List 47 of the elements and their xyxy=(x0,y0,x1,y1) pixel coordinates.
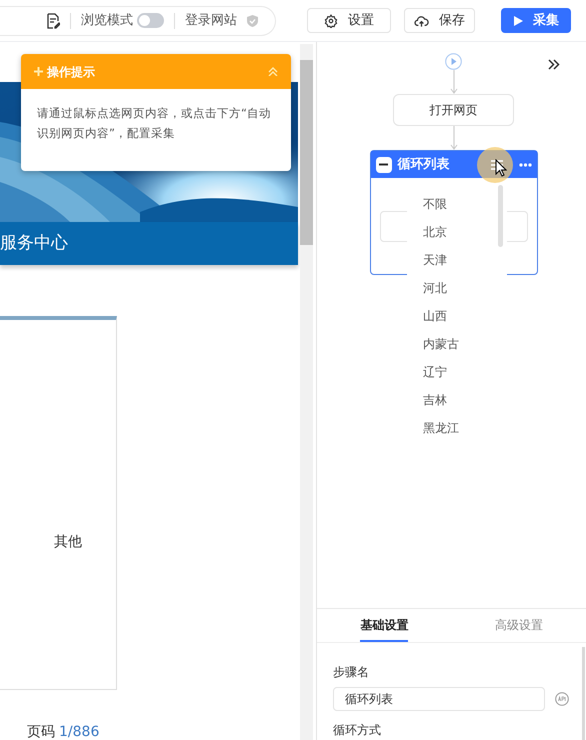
more-icon[interactable] xyxy=(518,162,532,166)
collapse-icon[interactable] xyxy=(268,67,278,76)
cloud-upload-icon xyxy=(414,14,429,28)
scrollbar[interactable] xyxy=(300,44,313,740)
collapse-button[interactable] xyxy=(376,156,392,172)
shield-icon xyxy=(247,14,258,26)
expand-panel-icon[interactable] xyxy=(548,59,560,70)
save-button[interactable]: 保存 xyxy=(404,8,475,33)
api-icon[interactable] xyxy=(555,692,569,706)
dropdown-item[interactable]: 山西 xyxy=(407,302,507,330)
dropdown-item[interactable]: 不限 xyxy=(407,190,507,218)
dropdown-item[interactable]: 天津 xyxy=(407,246,507,274)
dropdown-item[interactable]: 辽宁 xyxy=(407,358,507,386)
connector-arrow xyxy=(450,126,458,150)
field-label: 循环方式 xyxy=(333,722,382,739)
tip-text: 请通过鼠标点选网页内容，或点击下方“自动识别网页内容”，配置采集 xyxy=(37,105,272,142)
browse-mode-label: 浏览模式 xyxy=(81,12,133,30)
loop-title: 循环列表 xyxy=(398,156,450,174)
settings-icon xyxy=(324,14,338,28)
page-number: 1/886 xyxy=(59,725,100,739)
page-label: 页码 xyxy=(27,725,55,739)
start-icon[interactable] xyxy=(445,53,462,70)
run-button[interactable]: 采集 xyxy=(501,8,571,33)
cursor-icon xyxy=(495,159,507,177)
dropdown-item[interactable]: 内蒙古 xyxy=(407,330,507,358)
settings-tab[interactable]: 高级设置 xyxy=(452,609,586,642)
document-edit-icon[interactable] xyxy=(46,12,60,28)
side-panel-text: 其他 xyxy=(53,533,82,552)
settings-scrollbar[interactable] xyxy=(582,647,585,740)
dropdown-scrollbar[interactable] xyxy=(498,185,503,247)
plus-icon xyxy=(34,67,43,76)
connector-arrow xyxy=(450,70,458,94)
login-site-label[interactable]: 登录网站 xyxy=(185,10,237,30)
dropdown-item[interactable]: 黑龙江 xyxy=(407,414,507,442)
settings-tab[interactable]: 基础设置 xyxy=(317,609,452,642)
dropdown-item[interactable]: 河北 xyxy=(407,274,507,302)
step-node[interactable]: 打开网页 xyxy=(393,94,514,126)
list-icon[interactable] xyxy=(490,158,502,170)
play-icon xyxy=(513,16,523,26)
banner-title: 服务中心 xyxy=(0,232,68,255)
dropdown-item[interactable]: 吉林 xyxy=(407,386,507,414)
browse-mode-toggle[interactable] xyxy=(137,13,164,28)
field-label: 步骤名 xyxy=(333,664,370,681)
dropdown-item[interactable]: 北京 xyxy=(407,218,507,246)
step-name-field[interactable]: 循环列表 xyxy=(333,687,545,711)
tip-title: 操作提示 xyxy=(47,64,95,80)
settings-button[interactable]: 设置 xyxy=(307,8,391,33)
